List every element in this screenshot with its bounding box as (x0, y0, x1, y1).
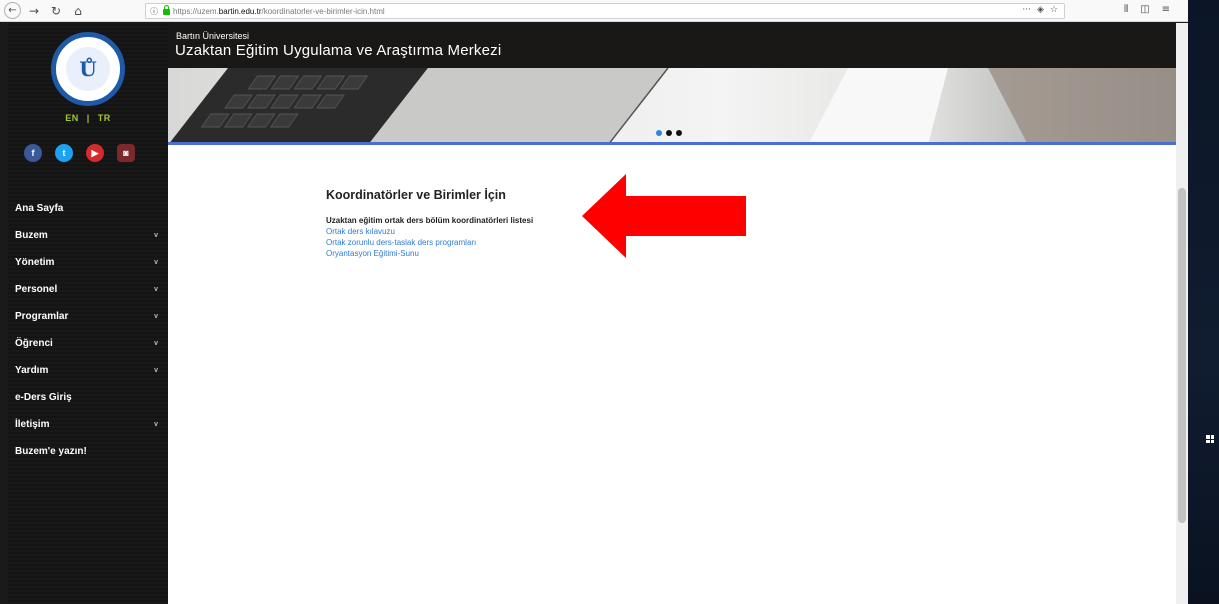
web-page: Ů EN | TR f t ▶ ◙ Ana Sayfa Buzem v Yönetim… (8, 23, 1176, 604)
youtube-icon[interactable]: ▶ (86, 144, 104, 162)
chevron-down-icon: v (154, 367, 158, 374)
banner-divider (168, 142, 1176, 145)
sidebar-icon[interactable]: ◫ (1140, 4, 1149, 15)
menu-item-yonetim[interactable]: Yönetim v (8, 249, 168, 276)
lang-tr-link[interactable]: TR (98, 113, 111, 123)
url-host: bartin.edu.tr (218, 6, 262, 16)
carousel-dot-3[interactable] (676, 130, 682, 136)
menu-item-label: Personel (15, 284, 58, 295)
url-prefix: https://uzem. (173, 6, 219, 16)
language-switcher: EN | TR (8, 113, 168, 123)
carousel-dot-2[interactable] (666, 130, 672, 136)
social-links: f t ▶ ◙ (24, 144, 135, 162)
lang-separator: | (86, 113, 90, 123)
url-bar[interactable]: ⓘ https://uzem. bartin.edu.tr /koordinat… (145, 3, 1065, 19)
info-icon[interactable]: ⓘ (150, 6, 158, 17)
org-name[interactable]: Bartın Üniversitesi (176, 31, 249, 41)
menu-item-label: Yardım (15, 365, 49, 376)
banner-carousel (168, 68, 1176, 145)
sidebar: Ů EN | TR f t ▶ ◙ Ana Sayfa Buzem v Yönetim… (8, 23, 168, 604)
menu-item-label: Buzem (15, 230, 48, 241)
chevron-down-icon: v (154, 232, 158, 239)
pocket-icon[interactable]: ◈ (1037, 5, 1044, 15)
instagram-icon[interactable]: ◙ (117, 144, 135, 162)
red-arrow-annotation (582, 174, 746, 258)
menu-item-e-ders-giris[interactable]: e-Ders Giriş (8, 384, 168, 411)
facebook-icon[interactable]: f (24, 144, 42, 162)
desktop-background (1188, 0, 1219, 604)
menu-item-buzeme-yazin[interactable]: Buzem'e yazın! (8, 438, 168, 465)
carousel-dots (656, 130, 682, 136)
lock-icon (163, 5, 170, 15)
forward-icon[interactable]: → (25, 2, 43, 20)
university-logo[interactable]: Ů (51, 32, 125, 106)
home-icon[interactable]: ⌂ (69, 2, 87, 20)
menu-item-ogrenci[interactable]: Öğrenci v (8, 330, 168, 357)
chevron-down-icon: v (154, 286, 158, 293)
url-path: /koordinatorler-ve-birimler-icin.html (261, 6, 385, 16)
menu-icon[interactable]: ≡ (1162, 4, 1170, 15)
lang-en-link[interactable]: EN (65, 113, 79, 123)
menu-item-label: Yönetim (15, 257, 55, 268)
browser-toolbar: ← → ↻ ⌂ ⓘ https://uzem. bartin.edu.tr /k… (0, 0, 1188, 22)
menu-item-yardim[interactable]: Yardım v (8, 357, 168, 384)
menu-item-personel[interactable]: Personel v (8, 276, 168, 303)
menu-item-label: e-Ders Giriş (15, 392, 72, 403)
scrollbar-thumb[interactable] (1178, 188, 1186, 523)
menu-item-label: Ana Sayfa (15, 203, 64, 214)
twitter-icon[interactable]: t (55, 144, 73, 162)
library-icon[interactable]: ⫴ (1124, 4, 1128, 15)
more-icon[interactable]: ··· (1022, 5, 1031, 15)
site-title[interactable]: Uzaktan Eğitim Uygulama ve Araştırma Mer… (175, 42, 501, 59)
menu-item-label: Öğrenci (15, 338, 53, 349)
menu-item-label: Programlar (15, 311, 69, 322)
sidebar-menu: Ana Sayfa Buzem v Yönetim v Personel v Prog… (8, 195, 168, 465)
menu-item-label: Buzem'e yazın! (15, 446, 87, 457)
site-header: Bartın Üniversitesi Uzaktan Eğitim Uygul… (168, 23, 1176, 68)
menu-item-ana-sayfa[interactable]: Ana Sayfa (8, 195, 168, 222)
page-scrollbar[interactable] (1176, 23, 1188, 604)
menu-item-buzem[interactable]: Buzem v (8, 222, 168, 249)
menu-item-programlar[interactable]: Programlar v (8, 303, 168, 330)
bookmark-star-icon[interactable]: ☆ (1050, 5, 1058, 15)
reload-icon[interactable]: ↻ (47, 2, 65, 20)
chevron-down-icon: v (154, 340, 158, 347)
windows-icon[interactable] (1206, 435, 1214, 443)
chevron-down-icon: v (154, 259, 158, 266)
back-icon[interactable]: ← (4, 2, 21, 19)
menu-item-iletisim[interactable]: İletişim v (8, 411, 168, 438)
menu-item-label: İletişim (15, 419, 50, 430)
logo-emblem: Ů (66, 47, 110, 91)
chevron-down-icon: v (154, 421, 158, 428)
chevron-down-icon: v (154, 313, 158, 320)
carousel-dot-1[interactable] (656, 130, 662, 136)
